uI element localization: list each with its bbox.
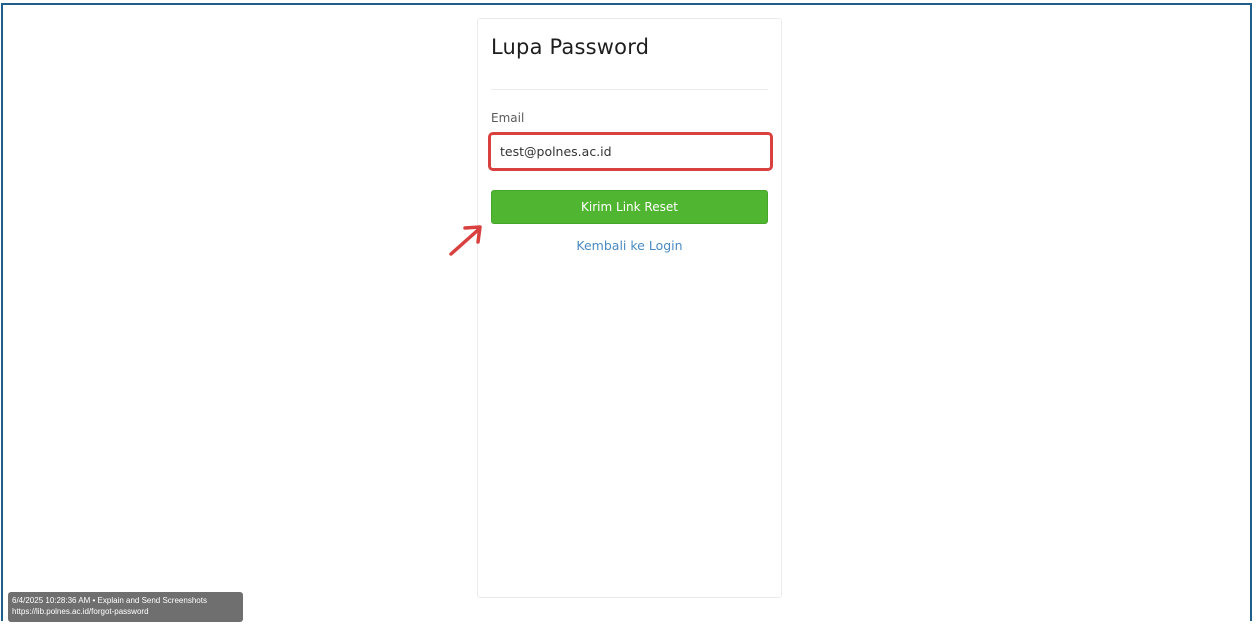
email-field-highlight <box>488 132 773 171</box>
arrow-up-right-icon <box>449 225 482 256</box>
capture-info-badge: 6/4/2025 10:28:36 AM • Explain and Send … <box>8 592 243 622</box>
capture-timestamp: 6/4/2025 10:28:36 AM • Explain and Send … <box>12 596 207 605</box>
title-divider <box>491 89 768 90</box>
back-to-login-link[interactable]: Kembali ke Login <box>478 238 781 253</box>
send-reset-link-button[interactable]: Kirim Link Reset <box>491 190 768 224</box>
email-field[interactable] <box>494 137 767 166</box>
capture-url: https://lib.polnes.ac.id/forgot-password <box>12 606 149 616</box>
forgot-password-card: Lupa Password Email Kirim Link Reset Kem… <box>477 18 782 598</box>
page-title: Lupa Password <box>491 35 650 59</box>
email-label: Email <box>491 111 525 125</box>
